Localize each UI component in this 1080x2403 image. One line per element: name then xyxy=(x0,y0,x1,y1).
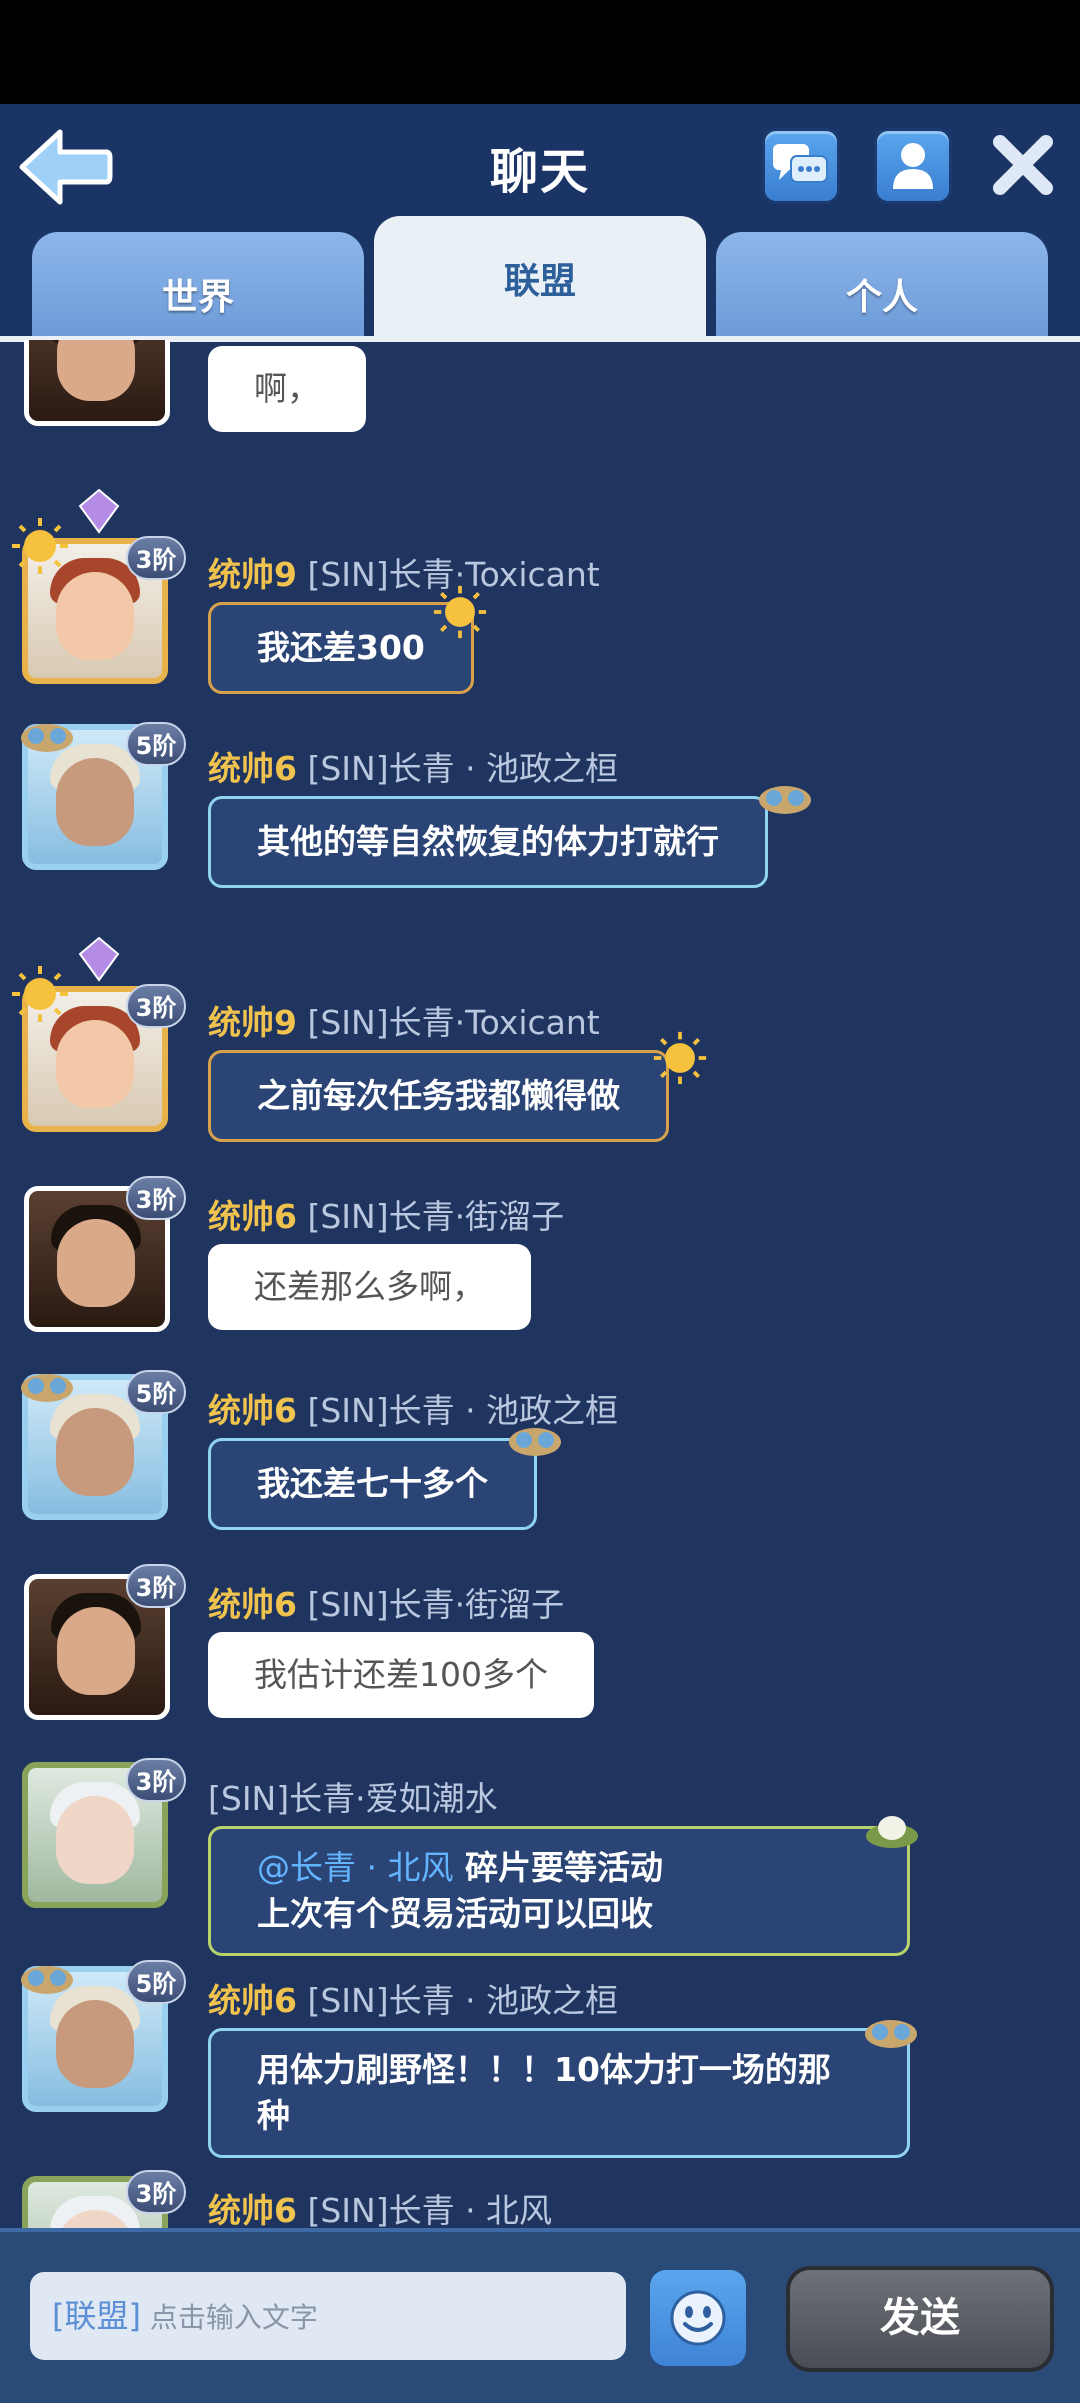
channel-tag: [联盟] xyxy=(52,2297,141,2335)
status-bar xyxy=(0,0,1080,104)
sun-icon xyxy=(653,1031,707,1085)
message-bubble: 用体力刷野怪！！！10体力打一场的那 种 xyxy=(208,2028,910,2158)
tab-personal[interactable]: 个人 xyxy=(716,232,1048,340)
smiley-icon xyxy=(670,2290,726,2346)
rank-badge: 5阶 xyxy=(126,1370,186,1414)
message-bubble: @长青 · 北风 碎片要等活动 上次有个贸易活动可以回收 xyxy=(208,1826,910,1956)
sun-icon xyxy=(433,585,487,639)
commander-level: 统帅6 xyxy=(208,1981,297,2020)
sender-label: [SIN]长青·爱如潮水 xyxy=(208,1779,498,1818)
message-bubble: 之前每次任务我都懒得做 xyxy=(208,1050,669,1142)
commander-level: 统帅6 xyxy=(208,1197,297,1236)
close-button[interactable] xyxy=(988,130,1058,200)
sender-name[interactable]: 统帅6 [SIN]长青 · 北风 xyxy=(208,2184,552,2228)
goggles-icon xyxy=(759,786,811,814)
chat-bubbles-button[interactable] xyxy=(762,128,840,204)
emoji-button[interactable] xyxy=(650,2270,746,2366)
sender-name[interactable]: 统帅9 [SIN]长青·Toxicant xyxy=(208,996,600,1044)
send-button[interactable]: 发送 xyxy=(786,2266,1054,2372)
sender-name[interactable]: 统帅6 [SIN]长青·街溜子 xyxy=(208,1190,564,1238)
rank-badge: 3阶 xyxy=(126,1564,186,1608)
commander-level: 统帅6 xyxy=(208,1585,297,1624)
commander-level: 统帅6 xyxy=(208,1391,297,1430)
message-text: 种 xyxy=(257,2096,290,2135)
chat-message-list[interactable]: 啊， 3阶 统帅9 [SIN]长青·Toxicant 我还差300 5阶 统帅6… xyxy=(0,340,1080,2228)
sender-name[interactable]: 统帅9 [SIN]长青·Toxicant xyxy=(208,548,600,596)
rank-badge: 3阶 xyxy=(126,536,186,580)
rank-badge: 3阶 xyxy=(126,2170,186,2214)
sender-label: [SIN]长青·街溜子 xyxy=(307,1585,565,1624)
message-bubble: 啊， xyxy=(208,346,366,432)
chat-header: 聊天 世界 联盟 个人 xyxy=(0,104,1080,342)
sender-name[interactable]: 统帅6 [SIN]长青 · 池政之桓 xyxy=(208,742,618,790)
goggles-icon xyxy=(21,724,73,752)
sender-label: [SIN]长青 · 池政之桓 xyxy=(307,1391,619,1430)
commander-level: 统帅6 xyxy=(208,749,297,788)
tab-world[interactable]: 世界 xyxy=(32,232,364,340)
tab-alliance[interactable]: 联盟 xyxy=(374,216,706,340)
input-bar: [联盟] 点击输入文字 发送 xyxy=(0,2228,1080,2403)
sender-label: [SIN]长青 · 池政之桓 xyxy=(307,749,619,788)
sun-icon xyxy=(12,518,68,574)
avatar[interactable] xyxy=(24,340,170,426)
message-bubble: 其他的等自然恢复的体力打就行 xyxy=(208,796,768,888)
goggles-icon xyxy=(21,1966,73,1994)
commander-level: 统帅9 xyxy=(208,1003,297,1042)
message-text: 碎片要等活动 xyxy=(464,1848,663,1887)
dumpling-icon xyxy=(866,1816,918,1848)
goggles-icon xyxy=(509,1428,561,1456)
rank-badge: 3阶 xyxy=(126,984,186,1028)
sender-name[interactable]: [SIN]长青·爱如潮水 xyxy=(208,1772,498,1820)
chat-bubbles-icon xyxy=(773,144,828,183)
sender-name[interactable]: 统帅6 [SIN]长青·街溜子 xyxy=(208,1578,564,1626)
rank-badge: 5阶 xyxy=(126,722,186,766)
sender-label: [SIN]长青·街溜子 xyxy=(307,1197,565,1236)
input-placeholder: 点击输入文字 xyxy=(149,2301,318,2334)
profile-button[interactable] xyxy=(874,128,952,204)
gem-icon xyxy=(78,488,120,534)
rank-badge: 5阶 xyxy=(126,1960,186,2004)
message-bubble: 我还差七十多个 xyxy=(208,1438,537,1530)
chat-input[interactable]: [联盟] 点击输入文字 xyxy=(30,2272,626,2360)
goggles-icon xyxy=(865,2020,917,2048)
user-icon xyxy=(893,143,933,189)
rank-badge: 3阶 xyxy=(126,1758,186,1802)
goggles-icon xyxy=(21,1374,73,1402)
sender-name[interactable]: 统帅6 [SIN]长青 · 池政之桓 xyxy=(208,1974,618,2022)
message-text: 用体力刷野怪！！！10体力打一场的那 xyxy=(257,2050,831,2089)
sender-label: [SIN]长青 · 北风 xyxy=(307,2191,553,2228)
commander-level: 统帅9 xyxy=(208,555,297,594)
message-bubble: 我估计还差100多个 xyxy=(208,1632,594,1718)
gem-icon xyxy=(78,936,120,982)
message-bubble: 还差那么多啊， xyxy=(208,1244,531,1330)
sender-label: [SIN]长青·Toxicant xyxy=(307,1003,600,1042)
message-text: 上次有个贸易活动可以回收 xyxy=(257,1894,653,1933)
close-icon xyxy=(993,135,1053,195)
mention-link[interactable]: @长青 · 北风 xyxy=(257,1848,453,1887)
sun-icon xyxy=(12,966,68,1022)
commander-level: 统帅6 xyxy=(208,2191,297,2228)
rank-badge: 3阶 xyxy=(126,1176,186,1220)
sender-label: [SIN]长青 · 池政之桓 xyxy=(307,1981,619,2020)
